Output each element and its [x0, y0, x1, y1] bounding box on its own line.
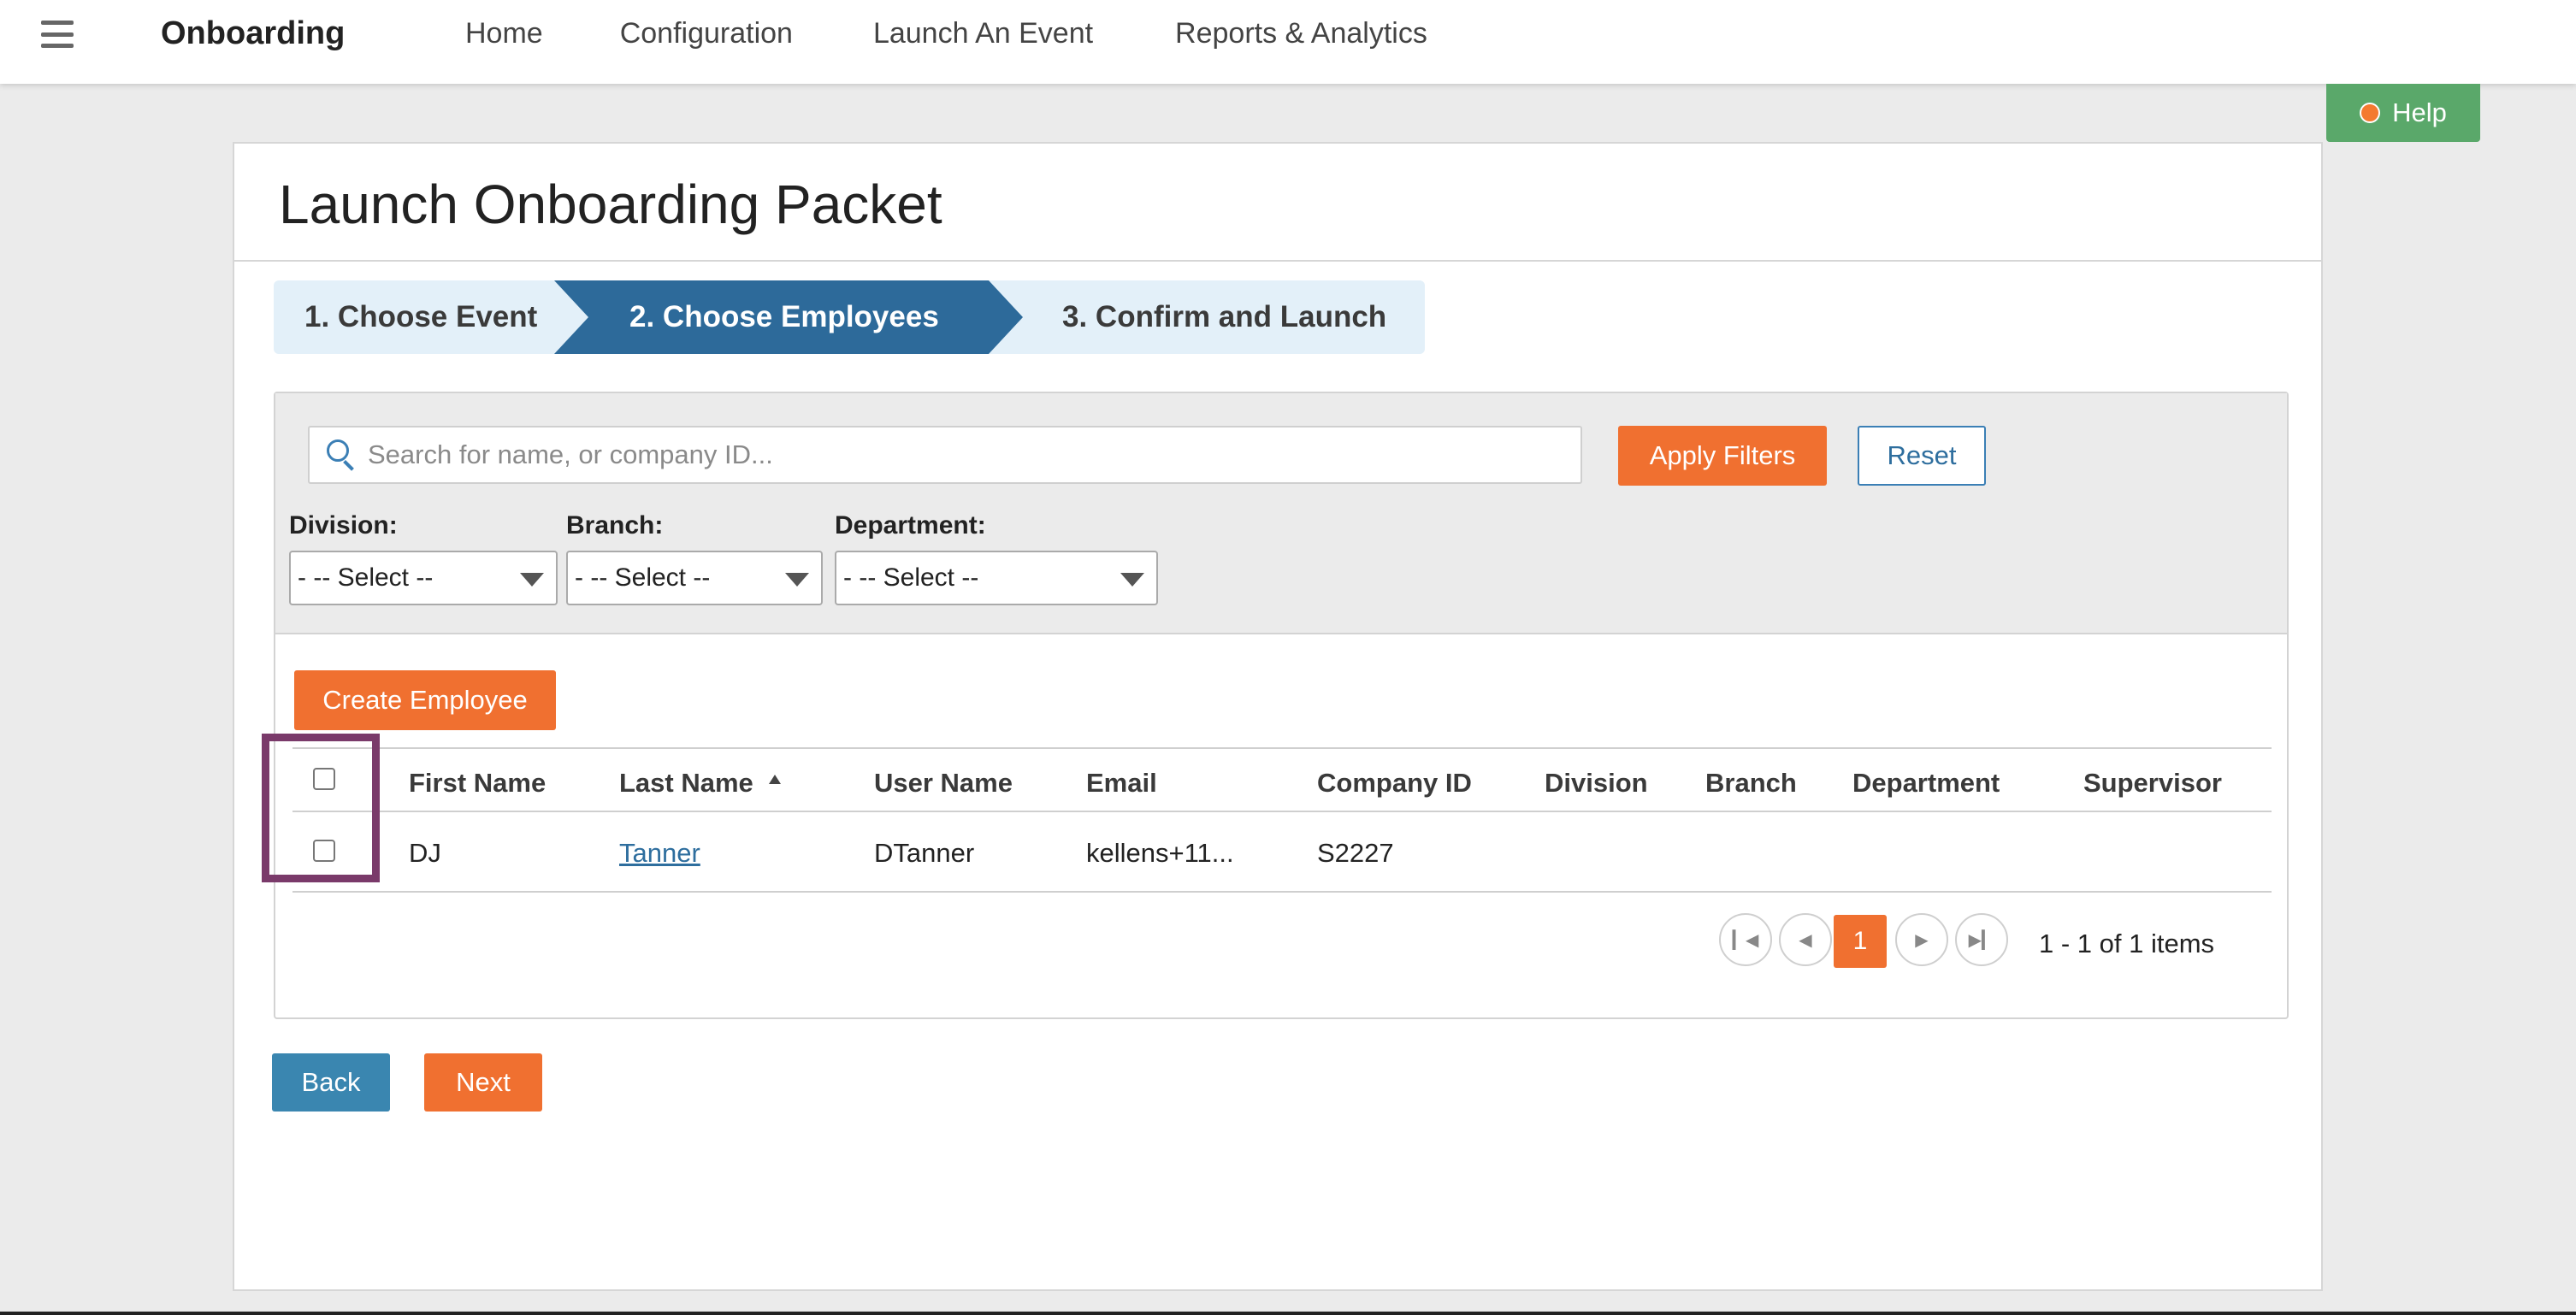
- division-value: - -- Select --: [298, 563, 434, 592]
- chevron-down-icon: [785, 573, 809, 587]
- search-box: [308, 426, 1582, 484]
- help-button[interactable]: Help: [2326, 84, 2480, 142]
- next-button[interactable]: Next: [424, 1053, 542, 1112]
- back-button[interactable]: Back: [272, 1053, 390, 1112]
- title-divider: [234, 260, 2321, 262]
- hamburger-menu-icon[interactable]: [41, 21, 74, 48]
- checkbox-highlight-frame: [262, 734, 380, 882]
- step-choose-event[interactable]: 1. Choose Event: [304, 280, 537, 354]
- search-input[interactable]: [368, 439, 1565, 470]
- department-label: Department:: [835, 511, 986, 540]
- cell-email: kellens+11...: [1086, 838, 1234, 868]
- wizard-steps: 1. Choose Event 2. Choose Employees 3. C…: [274, 280, 1425, 354]
- nav-reports-analytics[interactable]: Reports & Analytics: [1175, 17, 1427, 50]
- column-last-name[interactable]: Last Name: [619, 768, 781, 799]
- reset-button[interactable]: Reset: [1858, 426, 1986, 486]
- step-label: 3. Confirm and Launch: [1062, 300, 1387, 333]
- division-label: Division:: [289, 511, 398, 540]
- step-choose-employees[interactable]: 2. Choose Employees: [554, 280, 1023, 354]
- column-branch[interactable]: Branch: [1705, 768, 1797, 799]
- cell-first-name: DJ: [409, 838, 441, 868]
- page-title: Launch Onboarding Packet: [279, 174, 942, 235]
- main-nav: Home Configuration Launch An Event Repor…: [465, 17, 1427, 50]
- column-supervisor[interactable]: Supervisor: [2083, 768, 2222, 799]
- column-department[interactable]: Department: [1852, 768, 2000, 799]
- help-label: Help: [2392, 97, 2447, 127]
- help-status-icon: [2360, 103, 2381, 123]
- bottom-edge: [0, 1312, 2576, 1315]
- column-email[interactable]: Email: [1086, 768, 1157, 799]
- create-employee-button[interactable]: Create Employee: [294, 670, 556, 730]
- top-navigation-bar: Onboarding Home Configuration Launch An …: [0, 0, 2576, 84]
- next-page-button[interactable]: ▶: [1895, 913, 1948, 966]
- filter-area: Apply Filters Reset Division: - -- Selec…: [275, 393, 2287, 634]
- table-header: First Name Last Name User Name Email Com…: [292, 747, 2272, 812]
- department-select[interactable]: - -- Select --: [835, 551, 1158, 605]
- apply-filters-button[interactable]: Apply Filters: [1618, 426, 1827, 486]
- branch-value: - -- Select --: [575, 563, 711, 592]
- search-icon: [323, 438, 357, 472]
- step-label: 2. Choose Employees: [629, 300, 939, 333]
- prev-page-button[interactable]: ◀: [1779, 913, 1832, 966]
- cell-last-name-link[interactable]: Tanner: [619, 838, 700, 869]
- nav-launch-an-event[interactable]: Launch An Event: [873, 17, 1093, 50]
- column-label: Last Name: [619, 768, 753, 798]
- last-page-button[interactable]: ▶▎: [1955, 913, 2008, 966]
- column-division[interactable]: Division: [1545, 768, 1648, 799]
- chevron-down-icon: [520, 573, 544, 587]
- column-company-id[interactable]: Company ID: [1317, 768, 1472, 799]
- branch-label: Branch:: [566, 511, 664, 540]
- table-row: DJ Tanner DTanner kellens+11... S2227: [292, 814, 2272, 893]
- first-page-button[interactable]: ▎◀: [1719, 913, 1772, 966]
- nav-configuration[interactable]: Configuration: [620, 17, 793, 50]
- nav-home[interactable]: Home: [465, 17, 543, 50]
- sort-ascending-icon: [768, 775, 781, 785]
- division-select[interactable]: - -- Select --: [289, 551, 558, 605]
- chevron-down-icon: [1120, 573, 1144, 587]
- column-user-name[interactable]: User Name: [874, 768, 1013, 799]
- cell-user-name: DTanner: [874, 838, 975, 868]
- current-page[interactable]: 1: [1834, 915, 1887, 968]
- department-value: - -- Select --: [843, 563, 979, 592]
- cell-company-id: S2227: [1317, 838, 1394, 868]
- branch-select[interactable]: - -- Select --: [566, 551, 823, 605]
- step-label: 1. Choose Event: [304, 300, 538, 333]
- launch-card: Launch Onboarding Packet 1. Choose Event…: [233, 142, 2323, 1291]
- pagination-summary: 1 - 1 of 1 items: [2039, 929, 2215, 958]
- step-confirm-launch[interactable]: 3. Confirm and Launch: [1062, 280, 1386, 354]
- brand-title: Onboarding: [161, 15, 346, 51]
- column-first-name[interactable]: First Name: [409, 768, 546, 799]
